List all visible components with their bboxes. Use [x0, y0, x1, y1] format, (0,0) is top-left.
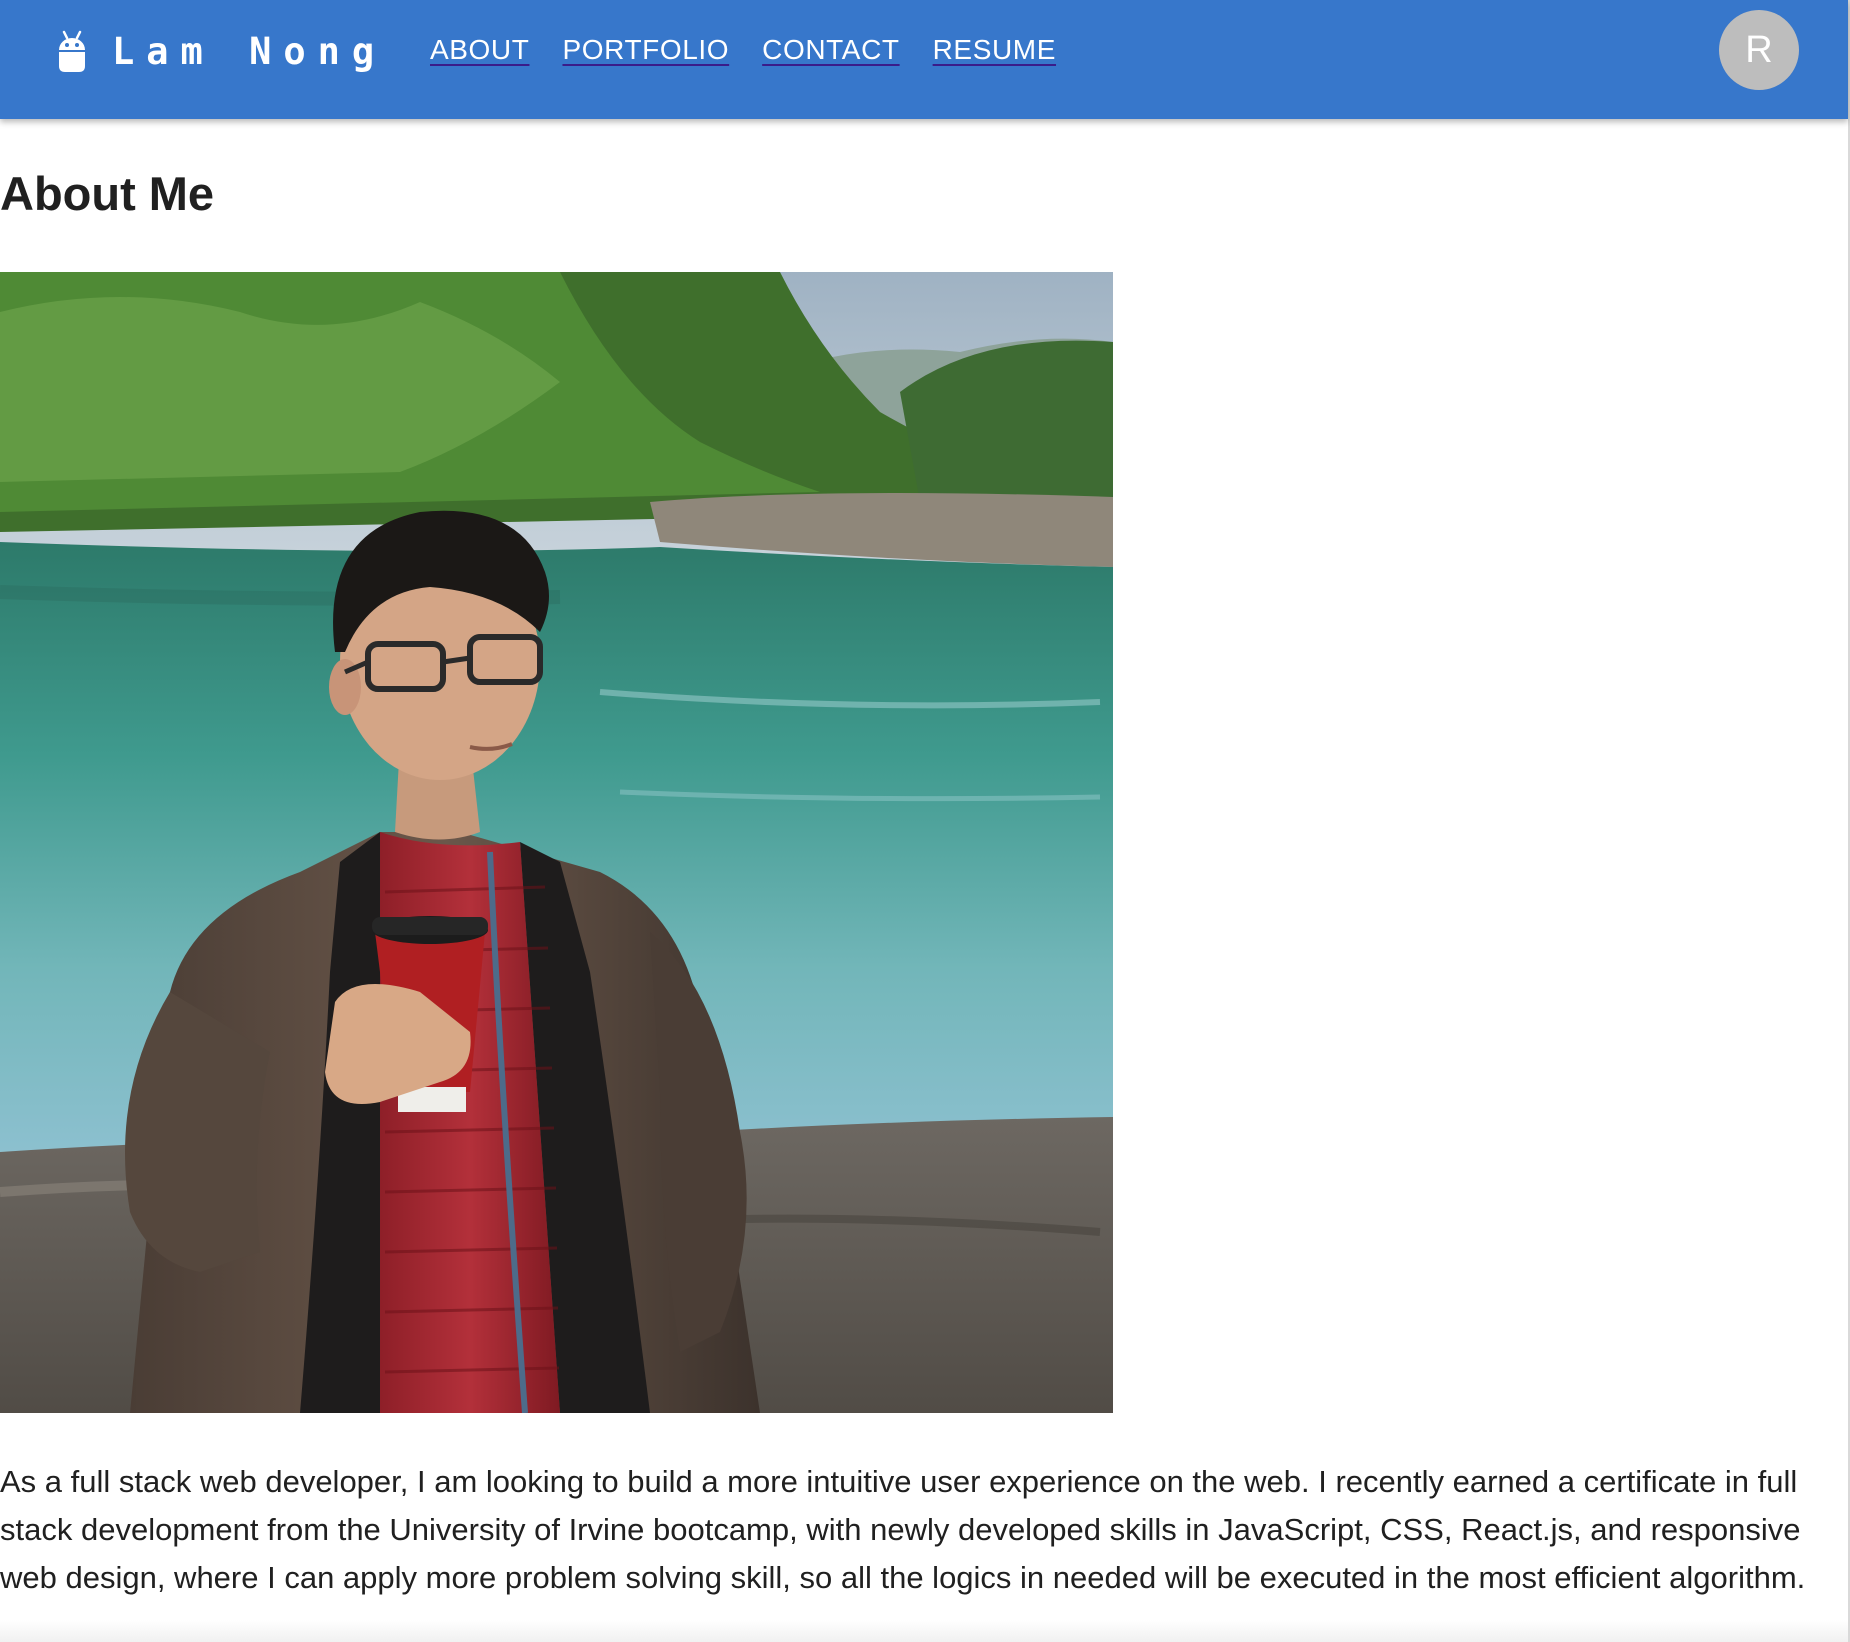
- nav-link-contact[interactable]: CONTACT: [762, 34, 899, 66]
- bio-text: As a full stack web developer, I am look…: [0, 1464, 1806, 1595]
- main-nav: ABOUT PORTFOLIO CONTACT RESUME: [430, 34, 1056, 66]
- page: Lam Nong ABOUT PORTFOLIO CONTACT RESUME …: [0, 0, 1850, 1642]
- nav-link-portfolio[interactable]: PORTFOLIO: [562, 34, 729, 66]
- avatar[interactable]: R: [1719, 10, 1799, 90]
- nav-link-resume[interactable]: RESUME: [933, 34, 1056, 66]
- content-area: Lam Nong ABOUT PORTFOLIO CONTACT RESUME …: [0, 0, 1850, 1642]
- scroll-fade: [0, 1620, 1848, 1642]
- page-title: About Me: [0, 167, 215, 220]
- brand-name: Lam Nong: [112, 30, 387, 73]
- nav-link-about[interactable]: ABOUT: [430, 34, 529, 66]
- android-icon: [59, 30, 85, 72]
- profile-photo: [0, 272, 1113, 1413]
- app-bar: Lam Nong ABOUT PORTFOLIO CONTACT RESUME …: [0, 0, 1848, 119]
